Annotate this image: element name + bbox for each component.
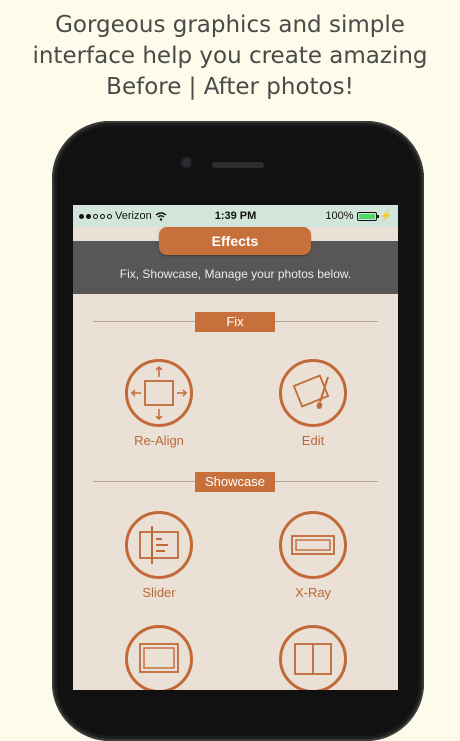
- battery-icon: [356, 211, 379, 221]
- edit-icon: [292, 374, 330, 409]
- status-bar: Verizon 1:39 PM 100% ⚡: [73, 205, 398, 227]
- header-subtitle: Fix, Showcase, Manage your photos below.: [119, 267, 352, 281]
- re-align-icon: [130, 365, 188, 421]
- section-label-fix: Fix: [195, 312, 275, 332]
- slider-icon: [139, 526, 179, 564]
- app-screen: Verizon 1:39 PM 100% ⚡ Fix, Showcase, Ma…: [73, 205, 398, 690]
- slider-label: Slider: [142, 585, 176, 600]
- battery-percent: 100%: [325, 210, 354, 222]
- battery-info: 100% ⚡: [325, 210, 392, 222]
- effects-title: Effects: [159, 227, 311, 255]
- promo-headline: Gorgeous graphics and simple interface h…: [0, 10, 460, 103]
- split-button[interactable]: [263, 625, 363, 690]
- headline-line-3: Before | After photos!: [106, 74, 354, 100]
- re-align-button[interactable]: Re-Align: [109, 359, 209, 448]
- frame-icon: [139, 643, 179, 673]
- re-align-label: Re-Align: [134, 433, 184, 448]
- x-ray-label: X-Ray: [294, 585, 332, 600]
- charging-icon: ⚡: [379, 210, 392, 222]
- edit-label: Edit: [301, 433, 325, 448]
- x-ray-button[interactable]: X-Ray: [263, 511, 363, 600]
- headline-line-1: Gorgeous graphics and simple: [55, 12, 405, 38]
- section-label-showcase: Showcase: [195, 472, 275, 492]
- headline-line-2: interface help you create amazing: [32, 43, 428, 69]
- split-view-icon: [294, 643, 332, 675]
- slider-button[interactable]: Slider: [109, 511, 209, 600]
- x-ray-icon: [291, 535, 335, 555]
- earpiece-speaker: [212, 162, 264, 168]
- front-camera: [182, 158, 191, 167]
- edit-button[interactable]: Edit: [263, 359, 363, 448]
- collage-button[interactable]: [109, 625, 209, 690]
